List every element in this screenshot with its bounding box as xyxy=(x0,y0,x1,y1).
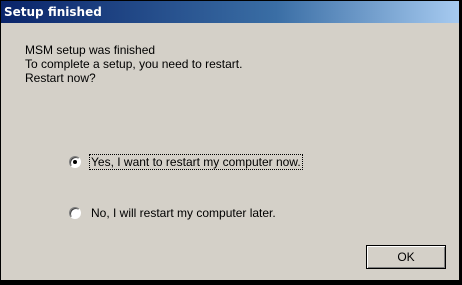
message-line-3: Restart now? xyxy=(25,71,96,85)
restart-later-label[interactable]: No, I will restart my computer later. xyxy=(90,206,277,220)
restart-later-option[interactable]: No, I will restart my computer later. xyxy=(69,204,277,222)
restart-now-option[interactable]: Yes, I want to restart my computer now. xyxy=(69,153,303,171)
message-line-1: MSM setup was finished xyxy=(25,43,156,57)
window-title: Setup finished xyxy=(4,5,102,19)
radio-button-restart-now[interactable] xyxy=(69,156,81,168)
message-line-2: To complete a setup, you need to restart… xyxy=(25,57,243,71)
title-bar[interactable]: Setup finished xyxy=(1,1,459,23)
radio-button-restart-later[interactable] xyxy=(69,207,81,219)
setup-finished-dialog: Setup finished MSM setup was finished To… xyxy=(0,0,462,285)
message-text: MSM setup was finished To complete a set… xyxy=(25,43,242,85)
restart-now-label[interactable]: Yes, I want to restart my computer now. xyxy=(89,154,303,170)
ok-button[interactable]: OK xyxy=(366,245,446,269)
